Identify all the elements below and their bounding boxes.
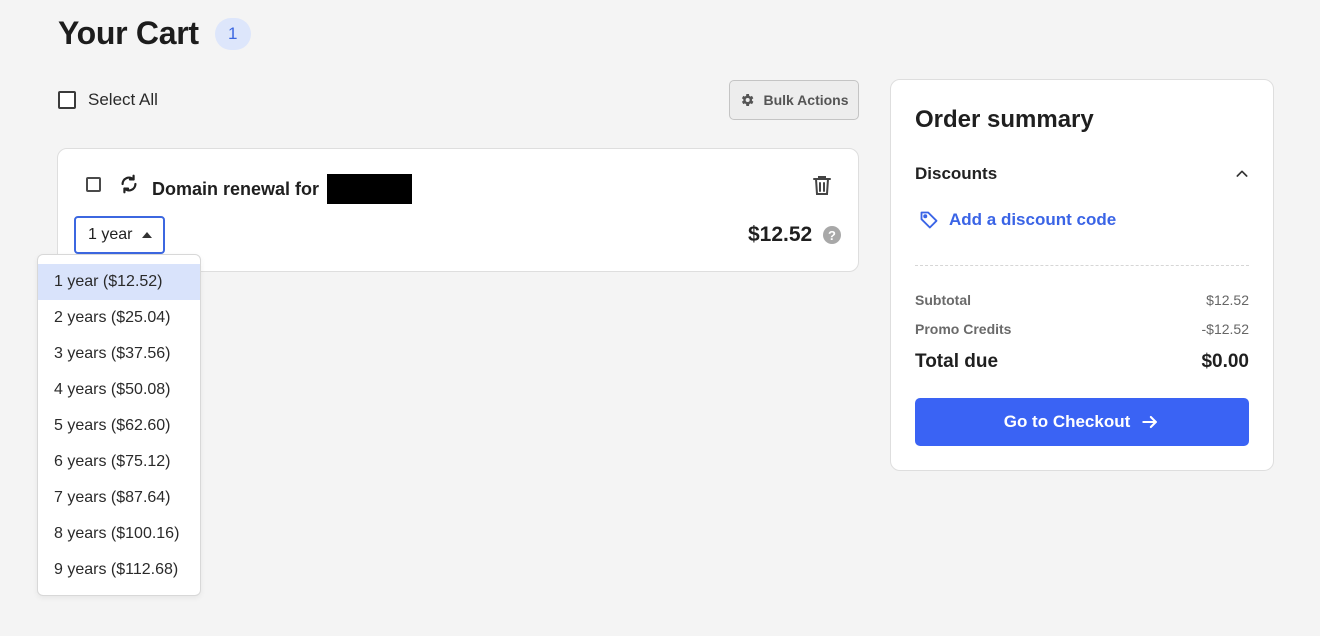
item-checkbox[interactable] xyxy=(86,177,101,192)
bulk-actions-label: Bulk Actions xyxy=(763,92,849,108)
cart-header: Your Cart 1 xyxy=(58,15,251,52)
period-option[interactable]: 5 years ($62.60) xyxy=(38,408,200,444)
period-select-value: 1 year xyxy=(88,226,133,243)
total-due-row: Total due $0.00 xyxy=(915,351,1249,373)
cart-count-badge: 1 xyxy=(214,17,251,50)
period-option[interactable]: 7 years ($87.64) xyxy=(38,480,200,516)
order-summary-panel: Order summary Discounts Add a discount c… xyxy=(890,79,1274,471)
item-title: Domain renewal for xyxy=(152,174,413,204)
tag-icon xyxy=(920,211,938,229)
renew-icon xyxy=(121,174,137,194)
caret-up-icon xyxy=(142,232,153,238)
period-option[interactable]: 4 years ($50.08) xyxy=(38,372,200,408)
period-option[interactable]: 1 year ($12.52) xyxy=(38,264,200,300)
discounts-label: Discounts xyxy=(915,164,998,183)
period-dropdown: 1 year ($12.52) 2 years ($25.04) 3 years… xyxy=(37,254,201,596)
subtotal-label: Subtotal xyxy=(915,292,971,308)
item-title-text: Domain renewal for xyxy=(152,178,320,199)
redacted-domain xyxy=(327,174,413,204)
select-all-label: Select All xyxy=(88,90,158,109)
gear-icon xyxy=(742,94,754,106)
bulk-actions-button[interactable]: Bulk Actions xyxy=(729,80,859,120)
promo-credits-row: Promo Credits -$12.52 xyxy=(915,321,1249,337)
chevron-up-icon xyxy=(1236,170,1248,177)
total-due-value: $0.00 xyxy=(1201,351,1249,372)
period-option[interactable]: 3 years ($37.56) xyxy=(38,336,200,372)
summary-divider xyxy=(915,265,1249,266)
cart-page: Your Cart 1 Select All Bulk Actions Doma… xyxy=(0,0,1320,636)
select-all-control[interactable]: Select All xyxy=(58,90,158,110)
order-summary-title: Order summary xyxy=(915,106,1094,133)
add-discount-code-link[interactable]: Add a discount code xyxy=(919,210,1116,230)
period-option[interactable]: 9 years ($112.68) xyxy=(38,552,200,588)
checkout-label: Go to Checkout xyxy=(1003,412,1131,431)
period-option[interactable]: 6 years ($75.12) xyxy=(38,444,200,480)
promo-credits-value: -$12.52 xyxy=(1201,321,1249,337)
select-all-checkbox[interactable] xyxy=(58,91,76,109)
period-option[interactable]: 8 years ($100.16) xyxy=(38,516,200,552)
period-select[interactable]: 1 year xyxy=(74,216,165,254)
checkout-button[interactable]: Go to Checkout xyxy=(915,398,1249,446)
subtotal-value: $12.52 xyxy=(1206,292,1249,308)
arrow-right-icon xyxy=(1142,415,1158,429)
promo-credits-label: Promo Credits xyxy=(915,321,1012,337)
period-option[interactable]: 2 years ($25.04) xyxy=(38,300,200,336)
subtotal-row: Subtotal $12.52 xyxy=(915,292,1249,308)
page-title: Your Cart xyxy=(58,15,199,51)
discounts-toggle[interactable]: Discounts xyxy=(915,164,1250,184)
add-discount-code-label: Add a discount code xyxy=(949,210,1117,229)
trash-icon[interactable] xyxy=(810,173,834,197)
item-price: $12.52 xyxy=(748,223,813,246)
total-due-label: Total due xyxy=(915,351,999,372)
help-icon[interactable]: ? xyxy=(823,226,841,244)
